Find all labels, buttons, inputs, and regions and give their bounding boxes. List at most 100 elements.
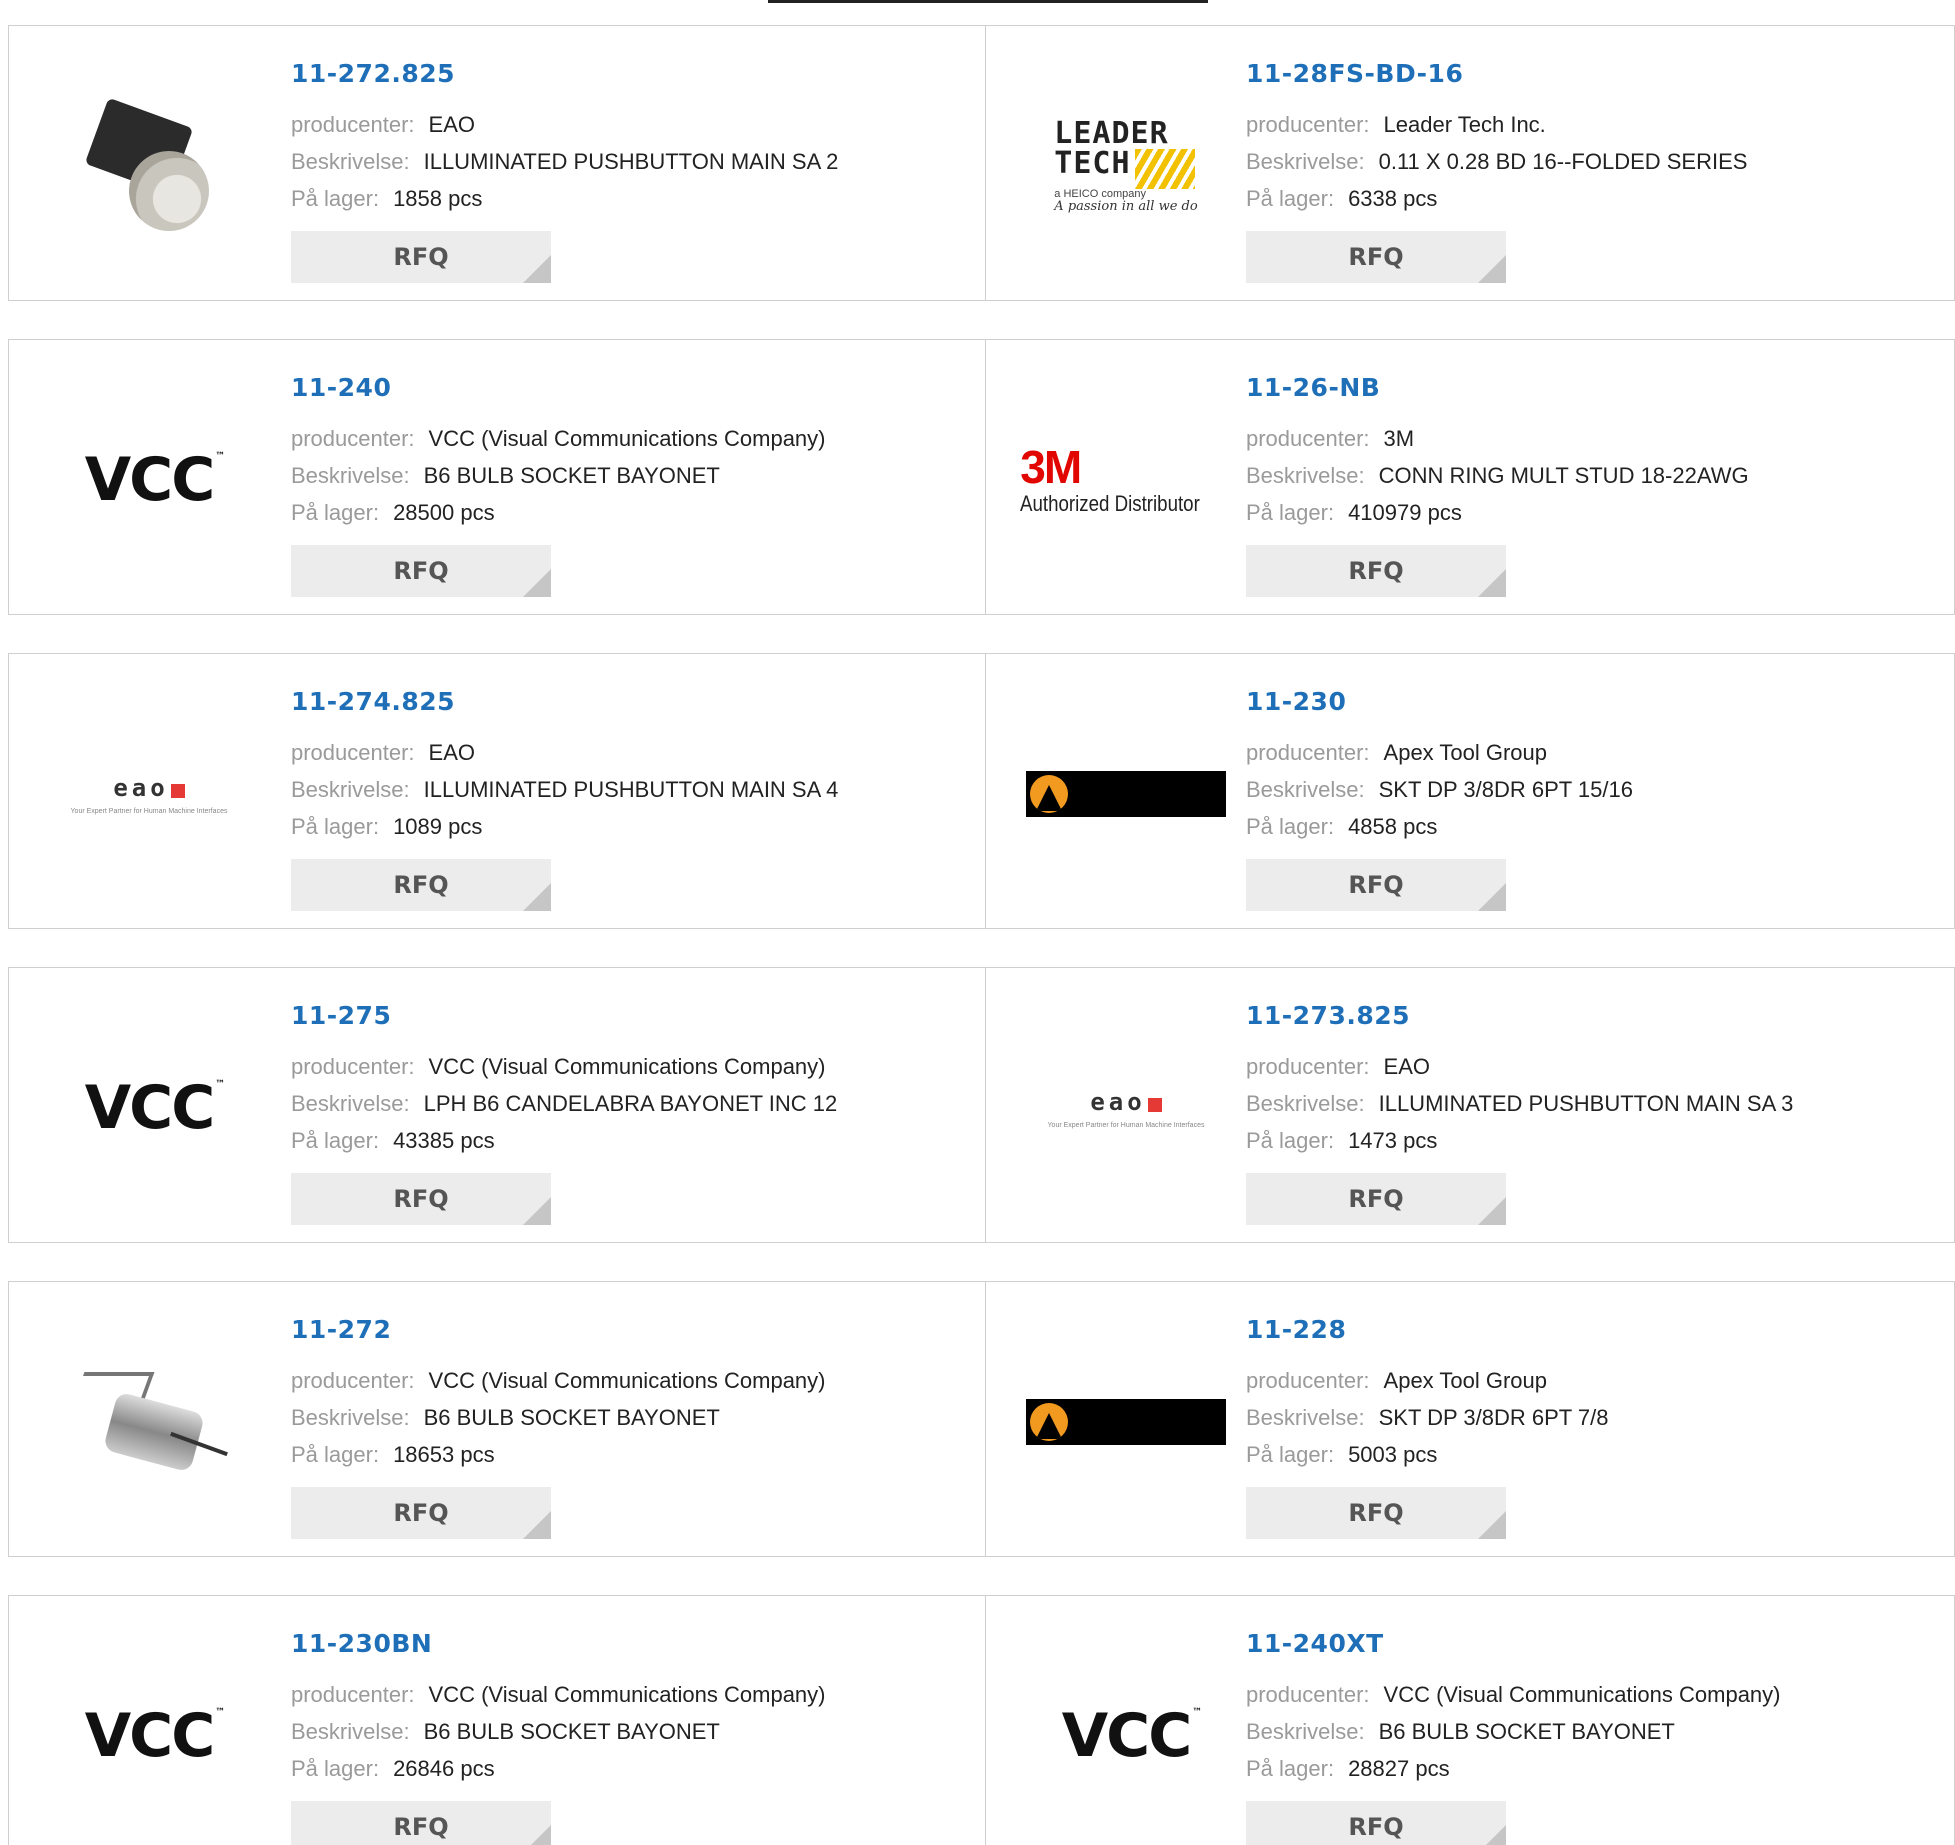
part-number-link[interactable]: 11-272.825 [291, 59, 838, 88]
rfq-button-label: RFQ [1348, 243, 1404, 271]
rfq-button-label: RFQ [393, 1499, 449, 1527]
part-number-link[interactable]: 11-240 [291, 373, 826, 402]
rfq-button[interactable]: RFQ [291, 231, 551, 283]
rfq-button[interactable]: RFQ [291, 1173, 551, 1225]
stock-label: På lager: [291, 500, 380, 525]
manufacturer: producenter: VCC (Visual Communications C… [1246, 1676, 1781, 1713]
stock-label: På lager: [1246, 1128, 1335, 1153]
description-value: B6 BULB SOCKET BAYONET [423, 1405, 720, 1430]
product-image[interactable]: eao Your Expert Partner for Human Machine… [1026, 1008, 1226, 1208]
part-number-link[interactable]: 11-28FS-BD-16 [1246, 59, 1747, 88]
part-number-link[interactable]: 11-275 [291, 1001, 837, 1030]
rfq-button[interactable]: RFQ [291, 545, 551, 597]
rfq-button[interactable]: RFQ [1246, 859, 1506, 911]
rfq-button[interactable]: RFQ [1246, 1487, 1506, 1539]
rfq-button[interactable]: RFQ [1246, 1801, 1506, 1845]
manufacturer-label: producenter: [291, 1368, 415, 1393]
part-number-link[interactable]: 11-230 [1246, 687, 1633, 716]
part-number-link[interactable]: 11-228 [1246, 1315, 1609, 1344]
stock: På lager: 28827 pcs [1246, 1750, 1781, 1787]
part-number-link[interactable]: 11-26-NB [1246, 373, 1749, 402]
product-info: 11-275 producenter: VCC (Visual Communicat… [291, 1001, 837, 1225]
description: Beskrivelse: LPH B6 CANDELABRA BAYONET IN… [291, 1085, 837, 1122]
3m-logo: 3M Authorized Distributor [1020, 441, 1201, 516]
stock: På lager: 4858 pcs [1246, 808, 1633, 845]
rfq-button[interactable]: RFQ [1246, 545, 1506, 597]
product-image[interactable]: VCC ™ [1026, 1636, 1226, 1836]
product-card: 11-272.825 producenter: EAO Beskrivelse: ILL… [8, 25, 986, 301]
product-image[interactable] [1026, 1322, 1226, 1522]
rfq-button-label: RFQ [393, 871, 449, 899]
rfq-button-label: RFQ [393, 1813, 449, 1841]
rfq-button-label: RFQ [1348, 1185, 1404, 1213]
description-value: ILLUMINATED PUSHBUTTON MAIN SA 3 [1378, 1091, 1794, 1116]
product-row: VCC ™ 11-275 producenter: VCC (Visual Commun… [8, 967, 1955, 1243]
rfq-button[interactable]: RFQ [291, 1801, 551, 1845]
part-number-link[interactable]: 11-273.825 [1246, 1001, 1793, 1030]
description-value: B6 BULB SOCKET BAYONET [423, 463, 720, 488]
product-info: 11-272 producenter: VCC (Visual Communicat… [291, 1315, 826, 1539]
description: Beskrivelse: SKT DP 3/8DR 6PT 7/8 [1246, 1399, 1609, 1436]
stock: På lager: 26846 pcs [291, 1750, 826, 1787]
rfq-button[interactable]: RFQ [291, 859, 551, 911]
description: Beskrivelse: B6 BULB SOCKET BAYONET [1246, 1713, 1781, 1750]
manufacturer: producenter: EAO [291, 106, 838, 143]
stock: På lager: 1858 pcs [291, 180, 838, 217]
product-image[interactable] [49, 66, 249, 266]
product-image[interactable]: VCC ™ [49, 1636, 249, 1836]
manufacturer-value: VCC (Visual Communications Company) [1383, 1682, 1781, 1707]
product-info: 11-240XT producenter: VCC (Visual Communic… [1246, 1629, 1781, 1845]
product-card: VCC ™ 11-275 producenter: VCC (Visual Commun… [8, 967, 986, 1243]
stock: På lager: 1089 pcs [291, 808, 838, 845]
product-card: VCC ™ 11-240 producenter: VCC (Visual Commun… [8, 339, 986, 615]
manufacturer: producenter: EAO [1246, 1048, 1793, 1085]
stock-label: På lager: [1246, 1756, 1335, 1781]
stock-label: På lager: [1246, 1442, 1335, 1467]
rfq-button[interactable]: RFQ [1246, 1173, 1506, 1225]
product-row: VCC ™ 11-240 producenter: VCC (Visual Commun… [8, 339, 1955, 615]
corner-triangle-icon [1478, 883, 1506, 911]
part-number-link[interactable]: 11-240XT [1246, 1629, 1781, 1658]
manufacturer: producenter: VCC (Visual Communications C… [291, 1676, 826, 1713]
description-value: 0.11 X 0.28 BD 16--FOLDED SERIES [1378, 149, 1748, 174]
manufacturer-value: EAO [428, 112, 475, 137]
product-image[interactable]: LEADER TECH a HEICO company A passion in al… [1026, 66, 1226, 266]
product-image[interactable] [1026, 694, 1226, 894]
part-number-link[interactable]: 11-230BN [291, 1629, 826, 1658]
rfq-button[interactable]: RFQ [291, 1487, 551, 1539]
stock-label: På lager: [291, 1756, 380, 1781]
corner-triangle-icon [1478, 1825, 1506, 1845]
product-image[interactable]: 3M Authorized Distributor [1020, 380, 1226, 580]
description-value: B6 BULB SOCKET BAYONET [423, 1719, 720, 1744]
manufacturer: producenter: Leader Tech Inc. [1246, 106, 1747, 143]
product-info: 11-272.825 producenter: EAO Beskrivelse: ILL… [291, 59, 838, 283]
description-label: Beskrivelse: [1246, 149, 1365, 174]
description-label: Beskrivelse: [291, 1091, 410, 1116]
description: Beskrivelse: ILLUMINATED PUSHBUTTON MAIN … [1246, 1085, 1793, 1122]
apex-tool-group-logo [1026, 771, 1226, 817]
manufacturer-value: VCC (Visual Communications Company) [428, 1368, 826, 1393]
description-value: B6 BULB SOCKET BAYONET [1378, 1719, 1675, 1744]
part-number-link[interactable]: 11-274.825 [291, 687, 838, 716]
product-card: LEADER TECH a HEICO company A passion in al… [986, 25, 1955, 301]
product-info: 11-28FS-BD-16 producenter: Leader Tech Inc… [1246, 59, 1747, 283]
product-image[interactable]: VCC ™ [49, 1008, 249, 1208]
product-image[interactable] [49, 1322, 249, 1522]
description-value: ILLUMINATED PUSHBUTTON MAIN SA 2 [423, 149, 839, 174]
description-label: Beskrivelse: [291, 1405, 410, 1430]
description: Beskrivelse: ILLUMINATED PUSHBUTTON MAIN … [291, 143, 838, 180]
stock: På lager: 18653 pcs [291, 1436, 826, 1473]
description: Beskrivelse: CONN RING MULT STUD 18-22AWG [1246, 457, 1749, 494]
product-image[interactable]: eao Your Expert Partner for Human Machine… [49, 694, 249, 894]
stock: På lager: 28500 pcs [291, 494, 826, 531]
product-grid: 11-272.825 producenter: EAO Beskrivelse: ILL… [8, 25, 1955, 1845]
rfq-button[interactable]: RFQ [1246, 231, 1506, 283]
description-value: ILLUMINATED PUSHBUTTON MAIN SA 4 [423, 777, 839, 802]
product-image[interactable]: VCC ™ [49, 380, 249, 580]
part-number-link[interactable]: 11-272 [291, 1315, 826, 1344]
manufacturer-value: VCC (Visual Communications Company) [428, 1054, 826, 1079]
leader-tech-logo: LEADER TECH a HEICO company A passion in al… [1054, 116, 1198, 214]
manufacturer: producenter: VCC (Visual Communications C… [291, 1362, 826, 1399]
manufacturer-label: producenter: [1246, 740, 1370, 765]
stock: På lager: 43385 pcs [291, 1122, 837, 1159]
